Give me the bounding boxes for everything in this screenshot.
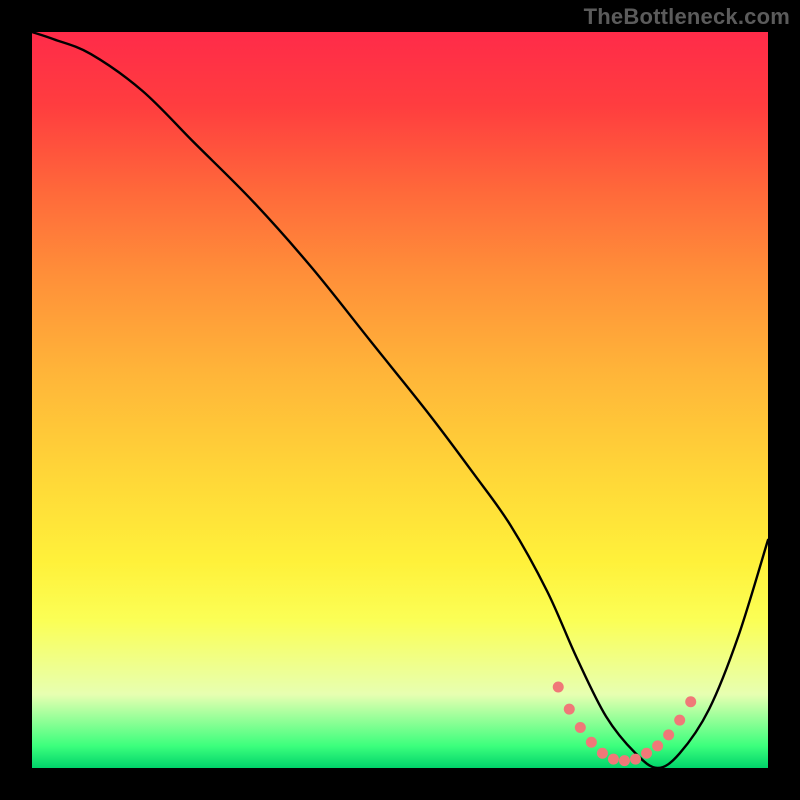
watermark-text: TheBottleneck.com bbox=[584, 4, 790, 30]
marker-dot bbox=[564, 704, 575, 715]
marker-dot bbox=[663, 729, 674, 740]
marker-cluster bbox=[553, 682, 696, 767]
plot-area bbox=[32, 32, 768, 768]
bottleneck-curve bbox=[32, 32, 768, 768]
marker-dot bbox=[641, 748, 652, 759]
marker-dot bbox=[619, 755, 630, 766]
marker-dot bbox=[630, 754, 641, 765]
marker-dot bbox=[586, 737, 597, 748]
marker-dot bbox=[597, 748, 608, 759]
curve-svg bbox=[32, 32, 768, 768]
chart-frame: TheBottleneck.com bbox=[0, 0, 800, 800]
marker-dot bbox=[608, 754, 619, 765]
marker-dot bbox=[685, 696, 696, 707]
marker-dot bbox=[575, 722, 586, 733]
marker-dot bbox=[674, 715, 685, 726]
marker-dot bbox=[652, 740, 663, 751]
marker-dot bbox=[553, 682, 564, 693]
